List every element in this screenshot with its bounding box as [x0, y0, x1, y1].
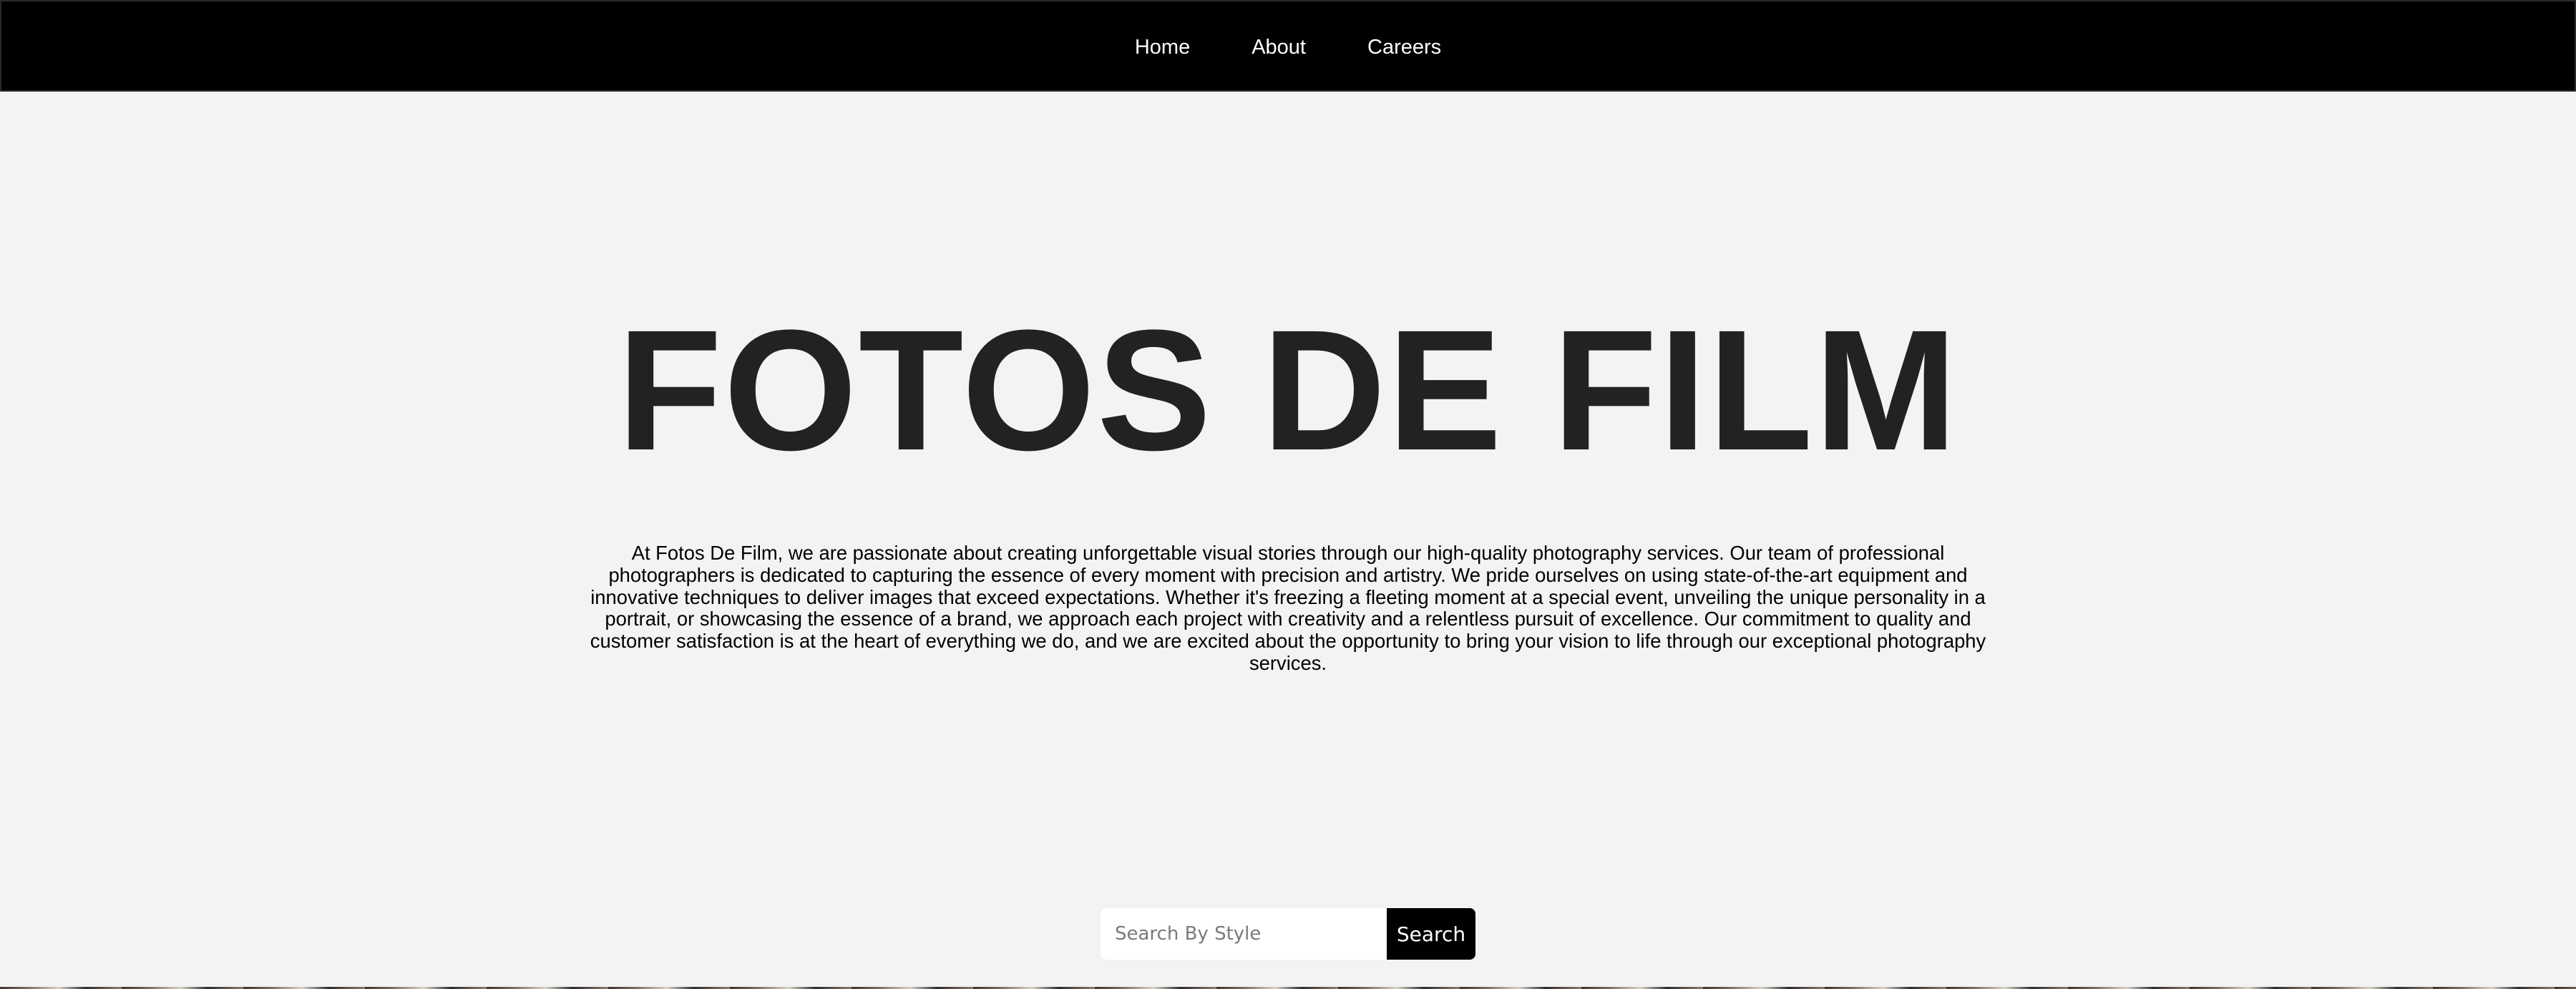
style-search-form: Search — [1101, 908, 1475, 960]
search-button[interactable]: Search — [1387, 908, 1475, 960]
nav-link-home[interactable]: Home — [1135, 36, 1190, 58]
top-navigation-bar: Home About Careers — [0, 0, 2576, 92]
hero-description: At Fotos De Film, we are passionate abou… — [590, 542, 1986, 674]
nav-link-careers[interactable]: Careers — [1367, 36, 1441, 58]
page: Home About Careers FOTOS DE FILM At Foto… — [0, 0, 2576, 989]
main-nav: Home About Careers — [1, 1, 2575, 93]
nav-link-about[interactable]: About — [1252, 36, 1306, 58]
hero-title: FOTOS DE FILM — [617, 294, 1959, 486]
search-input[interactable] — [1101, 908, 1387, 960]
